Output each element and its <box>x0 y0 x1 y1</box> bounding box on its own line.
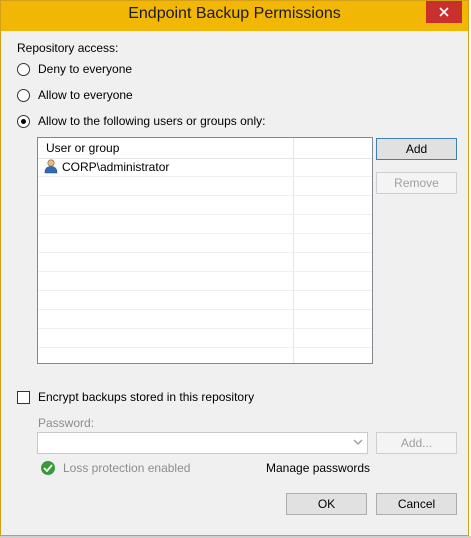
users-list[interactable]: User or group CORP\administrator <box>37 137 373 364</box>
title-bar[interactable]: Endpoint Backup Permissions <box>1 1 468 31</box>
encrypt-checkbox-label[interactable]: Encrypt backups stored in this repositor… <box>38 390 254 404</box>
list-row-empty <box>38 177 372 196</box>
radio-allow-everyone[interactable] <box>17 89 30 102</box>
list-row-empty <box>38 272 372 291</box>
radio-allow-specific-label[interactable]: Allow to the following users or groups o… <box>38 114 265 128</box>
list-row-empty <box>38 310 372 329</box>
list-row-empty <box>38 329 372 348</box>
radio-deny-everyone-label[interactable]: Deny to everyone <box>38 62 132 76</box>
encrypt-checkbox[interactable] <box>17 391 30 404</box>
list-row-empty <box>38 253 372 272</box>
window-title: Endpoint Backup Permissions <box>128 5 341 22</box>
list-row-empty <box>38 234 372 253</box>
add-button[interactable]: Add <box>376 138 457 160</box>
close-button[interactable] <box>426 1 462 23</box>
radio-deny-everyone[interactable] <box>17 63 30 76</box>
password-label: Password: <box>38 416 95 430</box>
list-item-name: CORP\administrator <box>62 160 170 174</box>
repository-access-label: Repository access: <box>17 41 119 55</box>
radio-allow-everyone-label[interactable]: Allow to everyone <box>38 88 133 102</box>
list-row-empty <box>38 196 372 215</box>
remove-button[interactable]: Remove <box>376 172 457 194</box>
list-header: User or group <box>38 138 372 159</box>
list-row-empty <box>38 291 372 310</box>
dialog-window: Endpoint Backup Permissions Repository a… <box>0 0 469 536</box>
manage-passwords-link[interactable]: Manage passwords <box>266 461 370 475</box>
password-combobox[interactable] <box>37 432 368 454</box>
list-row-empty <box>38 215 372 234</box>
user-icon <box>44 159 58 174</box>
column-header-user-or-group[interactable]: User or group <box>46 141 119 155</box>
chevron-down-icon[interactable] <box>353 437 363 447</box>
check-icon <box>41 461 55 475</box>
close-icon <box>439 7 449 17</box>
add-password-button[interactable]: Add... <box>376 432 457 454</box>
loss-protection-status: Loss protection enabled <box>63 461 191 475</box>
radio-allow-specific[interactable] <box>17 115 30 128</box>
dialog-content: Repository access: Deny to everyone Allo… <box>9 31 462 529</box>
ok-button[interactable]: OK <box>286 493 367 515</box>
list-item[interactable]: CORP\administrator <box>38 158 372 177</box>
cancel-button[interactable]: Cancel <box>376 493 457 515</box>
